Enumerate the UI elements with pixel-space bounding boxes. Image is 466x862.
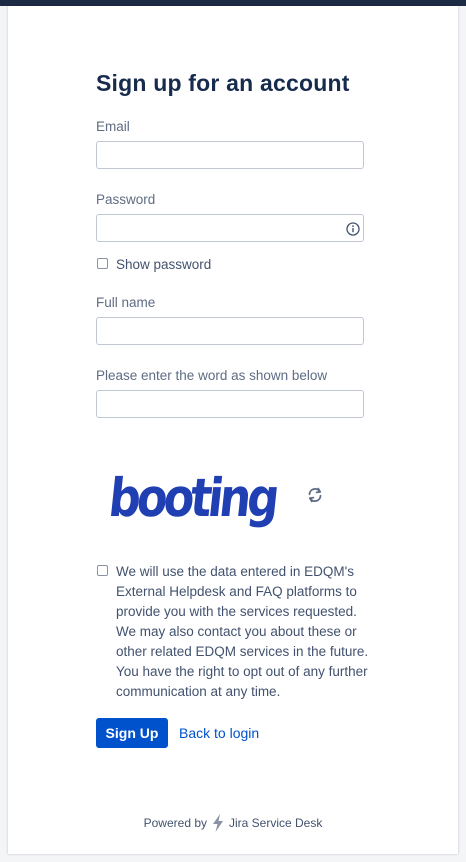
jira-bolt-icon — [213, 814, 223, 832]
show-password-checkbox[interactable] — [97, 258, 108, 269]
captcha-input[interactable] — [96, 390, 364, 418]
svg-text:booting: booting — [108, 467, 280, 529]
captcha-label: Please enter the word as shown below — [96, 368, 328, 383]
fullname-label: Full name — [96, 295, 156, 310]
password-label: Password — [96, 192, 156, 207]
password-field[interactable] — [96, 214, 364, 242]
powered-by-text: Powered by — [143, 816, 207, 830]
product-name: Jira Service Desk — [229, 816, 323, 830]
show-password-label: Show password — [116, 257, 212, 272]
consent-checkbox[interactable] — [97, 565, 108, 576]
refresh-icon[interactable] — [306, 486, 324, 504]
back-to-login-link[interactable]: Back to login — [179, 725, 259, 741]
email-label: Email — [96, 119, 130, 134]
signup-card: Sign up for an account Email Password Sh… — [8, 6, 458, 854]
info-icon[interactable] — [346, 222, 360, 236]
sign-up-button[interactable]: Sign Up — [96, 718, 168, 748]
consent-text: We will use the data entered in EDQM's E… — [116, 564, 369, 699]
email-field[interactable] — [96, 141, 364, 169]
captcha-image: booting — [108, 467, 280, 529]
footer: Powered by Jira Service Desk — [8, 814, 458, 832]
page-title: Sign up for an account — [96, 70, 350, 96]
fullname-field[interactable] — [96, 317, 364, 345]
